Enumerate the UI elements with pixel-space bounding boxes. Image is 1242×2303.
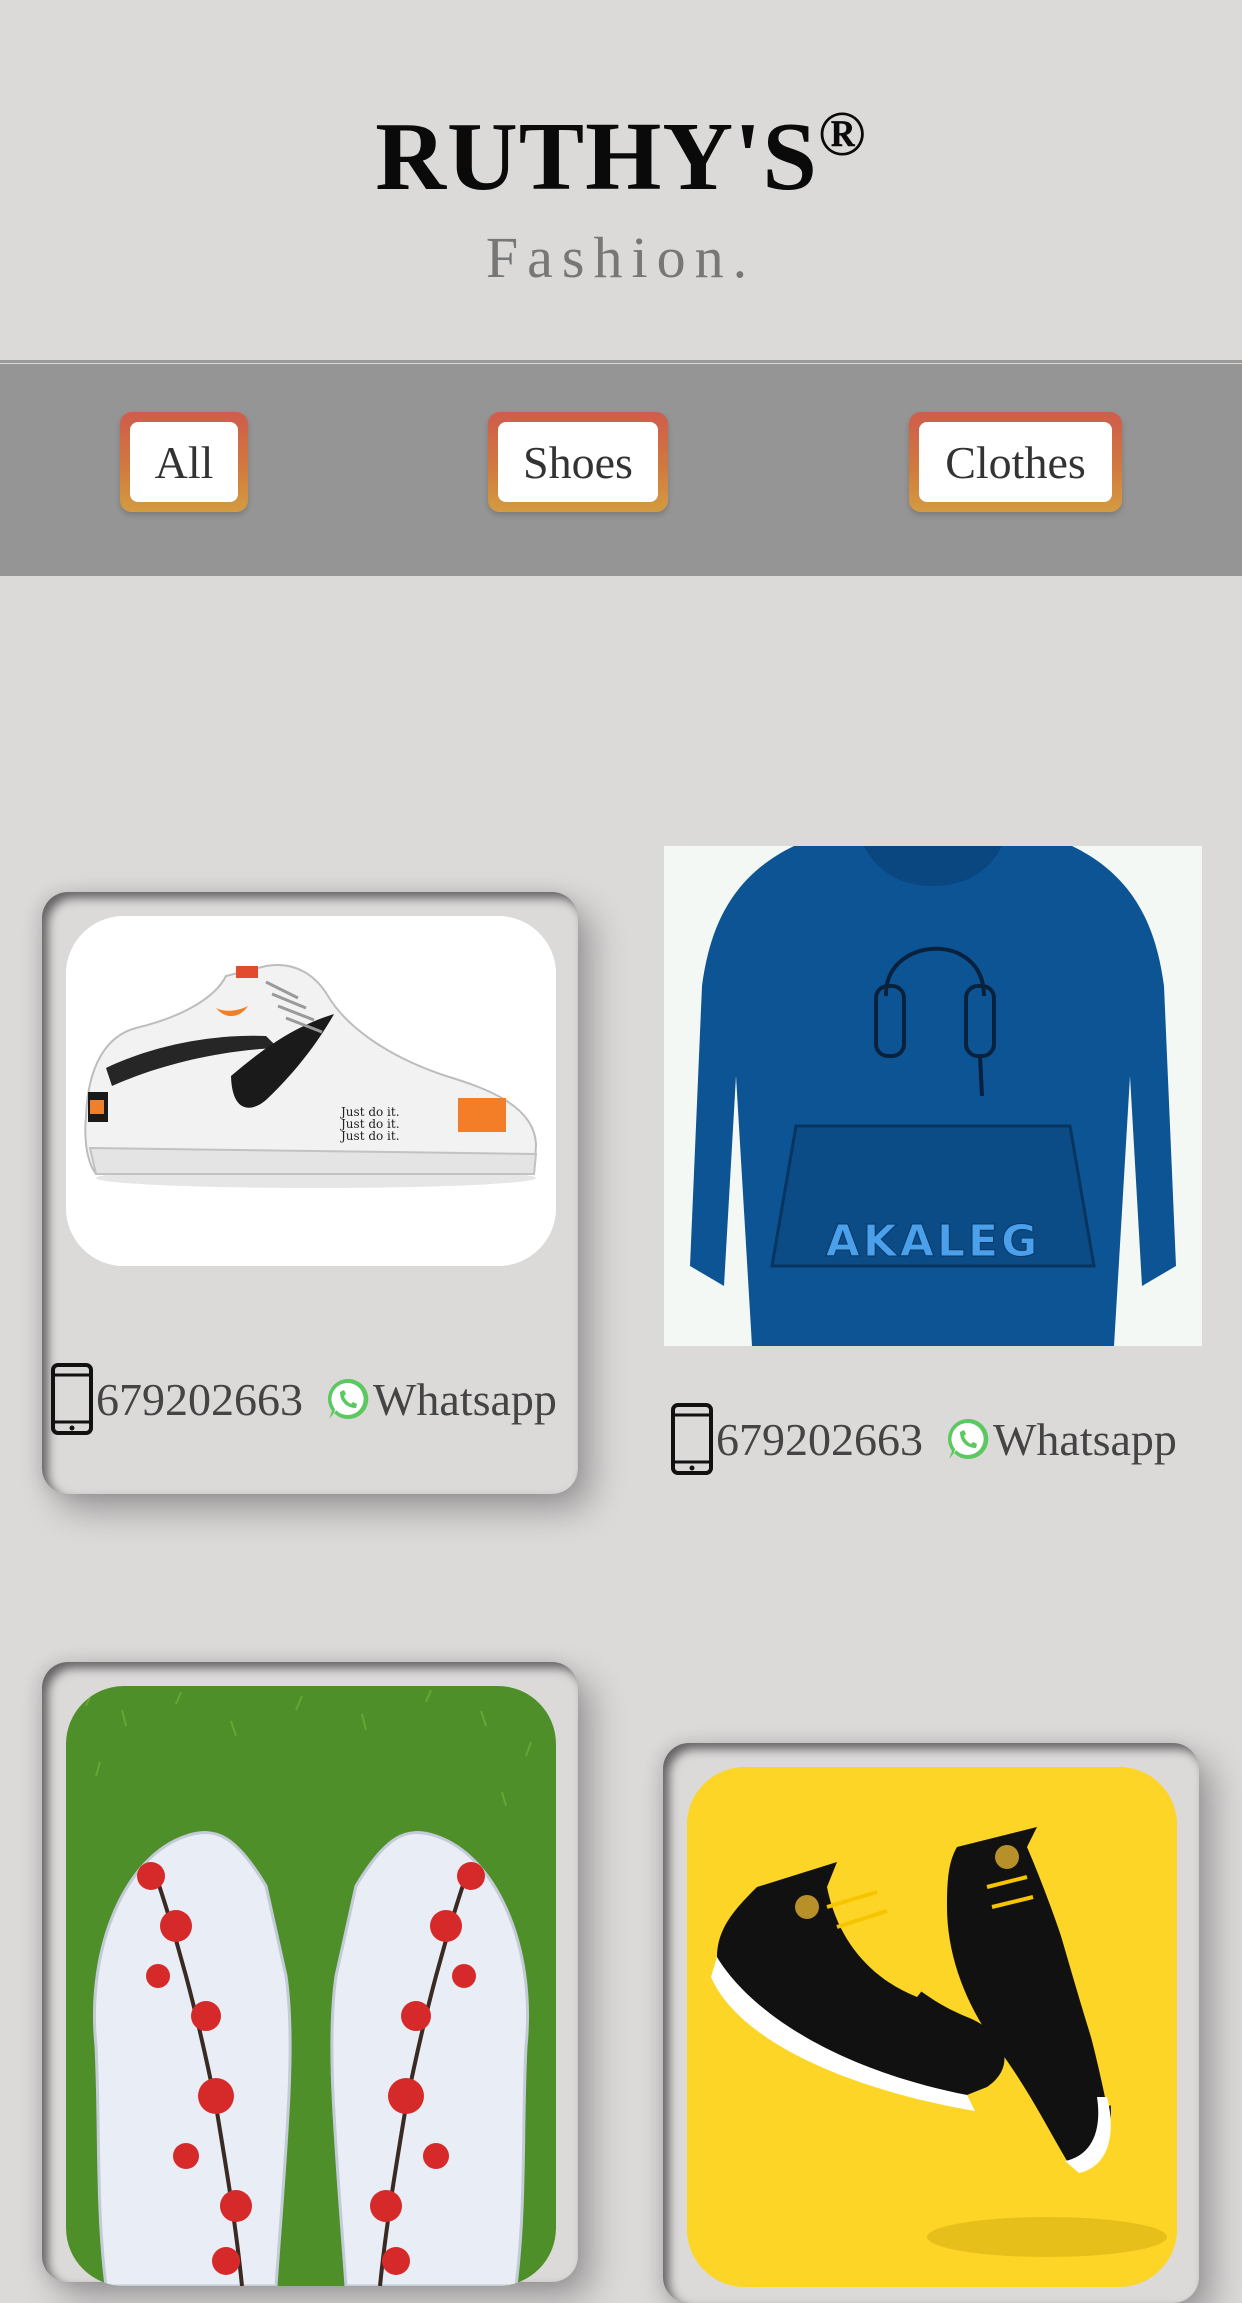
product-2-contact: 679202663 Whatsapp <box>670 1402 1177 1476</box>
whatsapp-link[interactable]: Whatsapp <box>373 1373 557 1426</box>
whatsapp-icon <box>328 1378 369 1419</box>
white-sneaker-image: Just do it. Just do it. Just do it. <box>66 916 556 1266</box>
filter-shoes-button[interactable]: Shoes <box>488 412 668 512</box>
product-image-2[interactable]: AKALEG <box>664 846 1202 1346</box>
product-image-1[interactable]: Just do it. Just do it. Just do it. <box>66 916 556 1266</box>
smartphone-icon <box>51 1363 93 1435</box>
whatsapp-icon <box>948 1418 989 1459</box>
filter-shoes-label: Shoes <box>498 422 658 502</box>
product-card-3[interactable] <box>42 1662 578 2286</box>
brand-logo: RUTHY'S® <box>0 102 1242 207</box>
product-1-contact: 679202663 Whatsapp <box>50 1362 557 1436</box>
phone-number[interactable]: 679202663 <box>96 1373 303 1426</box>
smartphone-icon <box>671 1403 713 1475</box>
brand-name: RUTHY'S <box>375 103 818 211</box>
site-header: RUTHY'S® Fashion. <box>0 0 1242 360</box>
registered-mark: ® <box>817 98 867 169</box>
product-card-1[interactable]: Just do it. Just do it. Just do it. 6792… <box>42 892 578 1494</box>
yellow-sneakers-image <box>687 1767 1177 2287</box>
filter-all-button[interactable]: All <box>120 412 248 512</box>
filter-clothes-label: Clothes <box>919 422 1112 502</box>
product-card-4[interactable] <box>663 1743 1199 2303</box>
blue-hoodie-image: AKALEG <box>664 846 1202 1346</box>
svg-text:Just do it.: Just do it. <box>339 1129 400 1143</box>
filter-clothes-button[interactable]: Clothes <box>909 412 1122 512</box>
brand-tagline: Fashion. <box>485 225 757 290</box>
product-image-4[interactable] <box>687 1767 1177 2287</box>
whatsapp-link[interactable]: Whatsapp <box>993 1413 1177 1466</box>
phone-number[interactable]: 679202663 <box>716 1413 923 1466</box>
product-image-3[interactable] <box>66 1686 556 2286</box>
filter-bar: All Shoes Clothes <box>0 364 1242 576</box>
hoodie-print-text: AKALEG <box>826 1216 1040 1267</box>
floral-sneakers-image <box>66 1686 556 2286</box>
filter-all-label: All <box>130 422 238 502</box>
header-divider <box>0 360 1242 363</box>
